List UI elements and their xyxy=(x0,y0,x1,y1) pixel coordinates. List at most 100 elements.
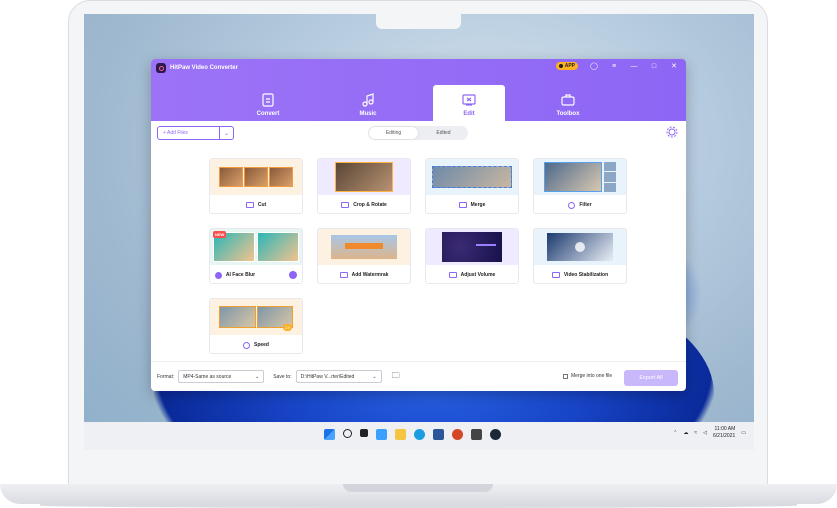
menu-icon[interactable]: ≡ xyxy=(610,62,618,70)
segment-editing[interactable]: Editing xyxy=(369,127,418,139)
edge-icon[interactable] xyxy=(414,429,425,440)
download-icon[interactable] xyxy=(289,271,298,279)
taskbar: ⌃ ☁ ≈ ◁ 11:00 AM 6/21/2021 ▭ xyxy=(84,422,754,450)
tool-label: AI Face Blur xyxy=(225,272,256,278)
clock-time: 11:00 AM xyxy=(714,426,736,432)
speed-thumbnail: 2X xyxy=(210,299,302,335)
chevron-down-icon: ⌄ xyxy=(255,373,260,380)
music-icon xyxy=(362,93,374,107)
close-icon[interactable]: ✕ xyxy=(670,62,678,70)
chevron-down-icon[interactable]: ⌄ xyxy=(219,127,233,139)
tab-music[interactable]: Music xyxy=(332,85,404,121)
camera-notch xyxy=(376,14,461,29)
tool-card-adjust-volume[interactable]: Adjust Volume xyxy=(425,228,519,284)
convert-icon xyxy=(262,93,274,107)
app-title: HitPaw Video Converter xyxy=(170,65,238,71)
stabilization-icon xyxy=(551,272,560,278)
tool-label: Cut xyxy=(257,202,267,208)
crop-icon xyxy=(341,202,350,208)
chevron-down-icon: ⌄ xyxy=(372,373,377,380)
format-select[interactable]: MP4-Same as source ⌄ xyxy=(178,370,265,383)
app-header: HitPaw Video Converter APP ◯ ≡ — □ ✕ Con… xyxy=(151,59,686,121)
add-files-button[interactable]: + Add Files ⌄ xyxy=(157,126,234,140)
steam-icon[interactable] xyxy=(490,429,501,440)
tool-label: Video Stabilization xyxy=(563,272,609,278)
tool-label: Adjust Volume xyxy=(460,272,496,278)
app-window: HitPaw Video Converter APP ◯ ≡ — □ ✕ Con… xyxy=(151,59,686,391)
settings-gear-icon[interactable] xyxy=(666,126,678,138)
save-to-value: D:\HitPaw V...rter\Edited xyxy=(300,373,355,380)
wifi-icon[interactable]: ≈ xyxy=(694,430,697,436)
watermark-icon xyxy=(339,272,348,278)
word-icon[interactable] xyxy=(433,429,444,440)
tool-card-cut[interactable]: Cut xyxy=(209,158,303,214)
tool-card-video-stabilization[interactable]: Video Stabilization xyxy=(533,228,627,284)
tool-label: Filter xyxy=(579,202,592,208)
store-icon[interactable] xyxy=(471,429,482,440)
clock[interactable]: 11:00 AM 6/21/2021 xyxy=(713,426,735,440)
merge-label: Merge into one file xyxy=(571,373,613,379)
face-blur-thumbnail: NEW xyxy=(210,229,302,265)
powerpoint-icon[interactable] xyxy=(452,429,463,440)
face-blur-icon xyxy=(214,271,222,279)
folder-icon[interactable]: 🗀 xyxy=(392,370,400,384)
volume-thumbnail xyxy=(426,229,518,265)
start-icon[interactable] xyxy=(324,429,335,440)
system-tray: ⌃ ☁ ≈ ◁ 11:00 AM 6/21/2021 ▭ xyxy=(673,426,746,440)
notification-icon[interactable]: ▭ xyxy=(741,430,746,436)
app-logo-icon xyxy=(156,63,166,73)
stabilization-thumbnail xyxy=(534,229,626,265)
laptop-shadow xyxy=(40,503,797,508)
tool-card-speed[interactable]: 2X Speed xyxy=(209,298,303,354)
window-controls: APP ◯ ≡ — □ ✕ xyxy=(555,62,678,70)
volume-icon xyxy=(448,272,457,278)
editing-toggle: Editing Edited xyxy=(368,126,468,140)
widgets-icon[interactable] xyxy=(376,429,387,440)
segment-edited[interactable]: Edited xyxy=(419,126,468,140)
new-badge: NEW xyxy=(213,231,227,238)
app-badge-button[interactable]: APP xyxy=(555,62,578,70)
merge-icon xyxy=(458,202,467,208)
footer-bar: Format: MP4-Same as source ⌄ Save to: D:… xyxy=(151,361,686,391)
tool-card-merge[interactable]: Merge xyxy=(425,158,519,214)
save-to-label: Save to: xyxy=(273,373,292,380)
save-to-select[interactable]: D:\HitPaw V...rter\Edited ⌄ xyxy=(295,370,382,383)
format-label: Format: xyxy=(157,373,175,380)
filter-icon xyxy=(568,201,576,209)
minimize-icon[interactable]: — xyxy=(630,62,638,70)
laptop-base-notch xyxy=(343,484,493,492)
scissors-icon xyxy=(245,202,254,208)
checkbox-icon[interactable] xyxy=(563,373,568,379)
tool-label: Merge xyxy=(470,202,486,208)
tab-convert[interactable]: Convert xyxy=(232,85,304,121)
taskbar-icons xyxy=(324,429,501,440)
search-icon[interactable] xyxy=(343,429,352,438)
toolbox-icon xyxy=(561,94,575,106)
merge-checkbox[interactable]: Merge into one file xyxy=(563,373,612,379)
task-view-icon[interactable] xyxy=(360,429,368,437)
export-all-button[interactable]: Export All xyxy=(624,370,678,386)
tool-card-ai-face-blur[interactable]: NEW AI Face Blur xyxy=(209,228,303,284)
tool-label: Speed xyxy=(253,342,269,348)
tool-label: Crop & Rotate xyxy=(353,202,387,208)
format-value: MP4-Same as source xyxy=(183,373,232,380)
tool-label: Add Watermrak xyxy=(351,272,389,278)
file-explorer-icon[interactable] xyxy=(395,429,406,440)
speed-badge: 2X xyxy=(283,324,292,331)
tab-toolbox[interactable]: Toolbox xyxy=(532,85,604,121)
volume-icon[interactable]: ◁ xyxy=(703,430,707,436)
tab-edit[interactable]: Edit xyxy=(433,85,505,121)
add-files-label: + Add Files xyxy=(163,130,188,136)
cut-thumbnail xyxy=(210,159,302,195)
chevron-up-icon[interactable]: ⌃ xyxy=(673,430,677,436)
edit-icon xyxy=(462,94,476,106)
user-icon[interactable]: ◯ xyxy=(590,62,598,70)
maximize-icon[interactable]: □ xyxy=(650,62,658,70)
tool-card-filter[interactable]: Filter xyxy=(533,158,627,214)
tool-card-crop-rotate[interactable]: Crop & Rotate xyxy=(317,158,411,214)
clock-date: 6/21/2021 xyxy=(713,433,736,439)
tool-card-add-watermark[interactable]: Add Watermrak xyxy=(317,228,411,284)
crop-thumbnail xyxy=(318,159,410,195)
watermark-thumbnail xyxy=(318,229,410,265)
cloud-icon[interactable]: ☁ xyxy=(683,430,688,436)
